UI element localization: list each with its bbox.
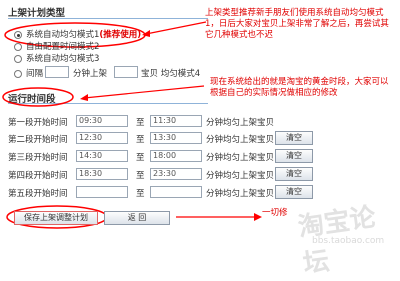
plan-type-title: 上架计划类型	[8, 8, 66, 19]
row-label: 第一段开始时间	[8, 118, 68, 128]
end-time-input[interactable]: 18:00	[150, 150, 202, 162]
mode4-mid: 分钟上架	[73, 69, 108, 79]
row-suffix: 分钟均匀上架宝贝	[206, 135, 275, 145]
annotation-arrow-1	[142, 21, 207, 37]
to-label: 至	[136, 135, 145, 145]
start-time-input[interactable]: 09:30	[76, 115, 128, 127]
row-suffix: 分钟均匀上架宝贝	[206, 118, 275, 128]
start-time-input[interactable]: 18:30	[76, 168, 128, 180]
mode4-radio[interactable]	[14, 70, 22, 78]
start-time-input[interactable]	[76, 186, 128, 198]
mode3-radio[interactable]	[14, 55, 22, 63]
mode4-minutes-input[interactable]	[45, 66, 69, 78]
row-suffix: 分钟均匀上架宝贝	[206, 189, 275, 199]
mode1-recommended-tag: (推荐使用)	[99, 30, 142, 40]
to-label: 至	[136, 153, 145, 163]
end-time-input[interactable]: 11:30	[150, 115, 202, 127]
mode2-radio[interactable]	[14, 43, 22, 51]
mode4-count-input[interactable]	[114, 66, 138, 78]
start-time-input[interactable]: 14:30	[76, 150, 128, 162]
clear-button[interactable]: 清空	[275, 167, 313, 181]
row-suffix: 分钟均匀上架宝贝	[206, 153, 275, 163]
annotation-arrow-3	[176, 213, 262, 221]
to-label: 至	[136, 189, 145, 199]
save-plan-button[interactable]: 保存上架调整计划	[14, 211, 98, 225]
start-time-input[interactable]: 12:30	[76, 132, 128, 144]
row-label: 第五段开始时间	[8, 189, 68, 199]
to-label: 至	[136, 171, 145, 181]
mode3-label: 系统自动均匀模式3	[26, 54, 100, 64]
end-time-input[interactable]	[150, 186, 202, 198]
row-suffix: 分钟均匀上架宝贝	[206, 171, 275, 181]
annotation-text-2: 现在系统给出的就是淘宝的黄金时段，大家可以根据自己的实际情况做相应的修改	[210, 77, 389, 98]
watermark-url: bbs.taobao.com	[312, 236, 385, 246]
row-label: 第二段开始时间	[8, 135, 68, 145]
annotation-arrow-2	[80, 85, 205, 101]
mode1-text: 系统自动均匀模式1	[26, 30, 100, 40]
mode2-label: 自由配置时间模式2	[26, 42, 100, 52]
mode1-label: 系统自动均匀模式1(推荐使用)	[26, 28, 141, 40]
mode1-radio[interactable]	[14, 31, 22, 39]
highlight-ellipse-period	[2, 87, 74, 107]
back-button[interactable]: 返 回	[104, 211, 170, 225]
mode4-prefix: 间隔	[26, 69, 44, 79]
end-time-input[interactable]: 23:30	[150, 168, 202, 180]
row-label: 第三段开始时间	[8, 153, 68, 163]
clear-button[interactable]: 清空	[275, 131, 313, 145]
clear-button[interactable]: 清空	[275, 185, 313, 199]
annotation-text-3: 一切修	[262, 208, 288, 218]
annotation-text-1: 上架类型推荐新手朋友们使用系统自动均匀模式1，日后大家对宝贝上架非常了解之后，再…	[205, 8, 389, 40]
to-label: 至	[136, 118, 145, 128]
clear-button[interactable]: 清空	[275, 149, 313, 163]
mode4-suffix: 宝贝 均匀模式4	[141, 69, 201, 79]
end-time-input[interactable]: 13:30	[150, 132, 202, 144]
row-label: 第四段开始时间	[8, 171, 68, 181]
